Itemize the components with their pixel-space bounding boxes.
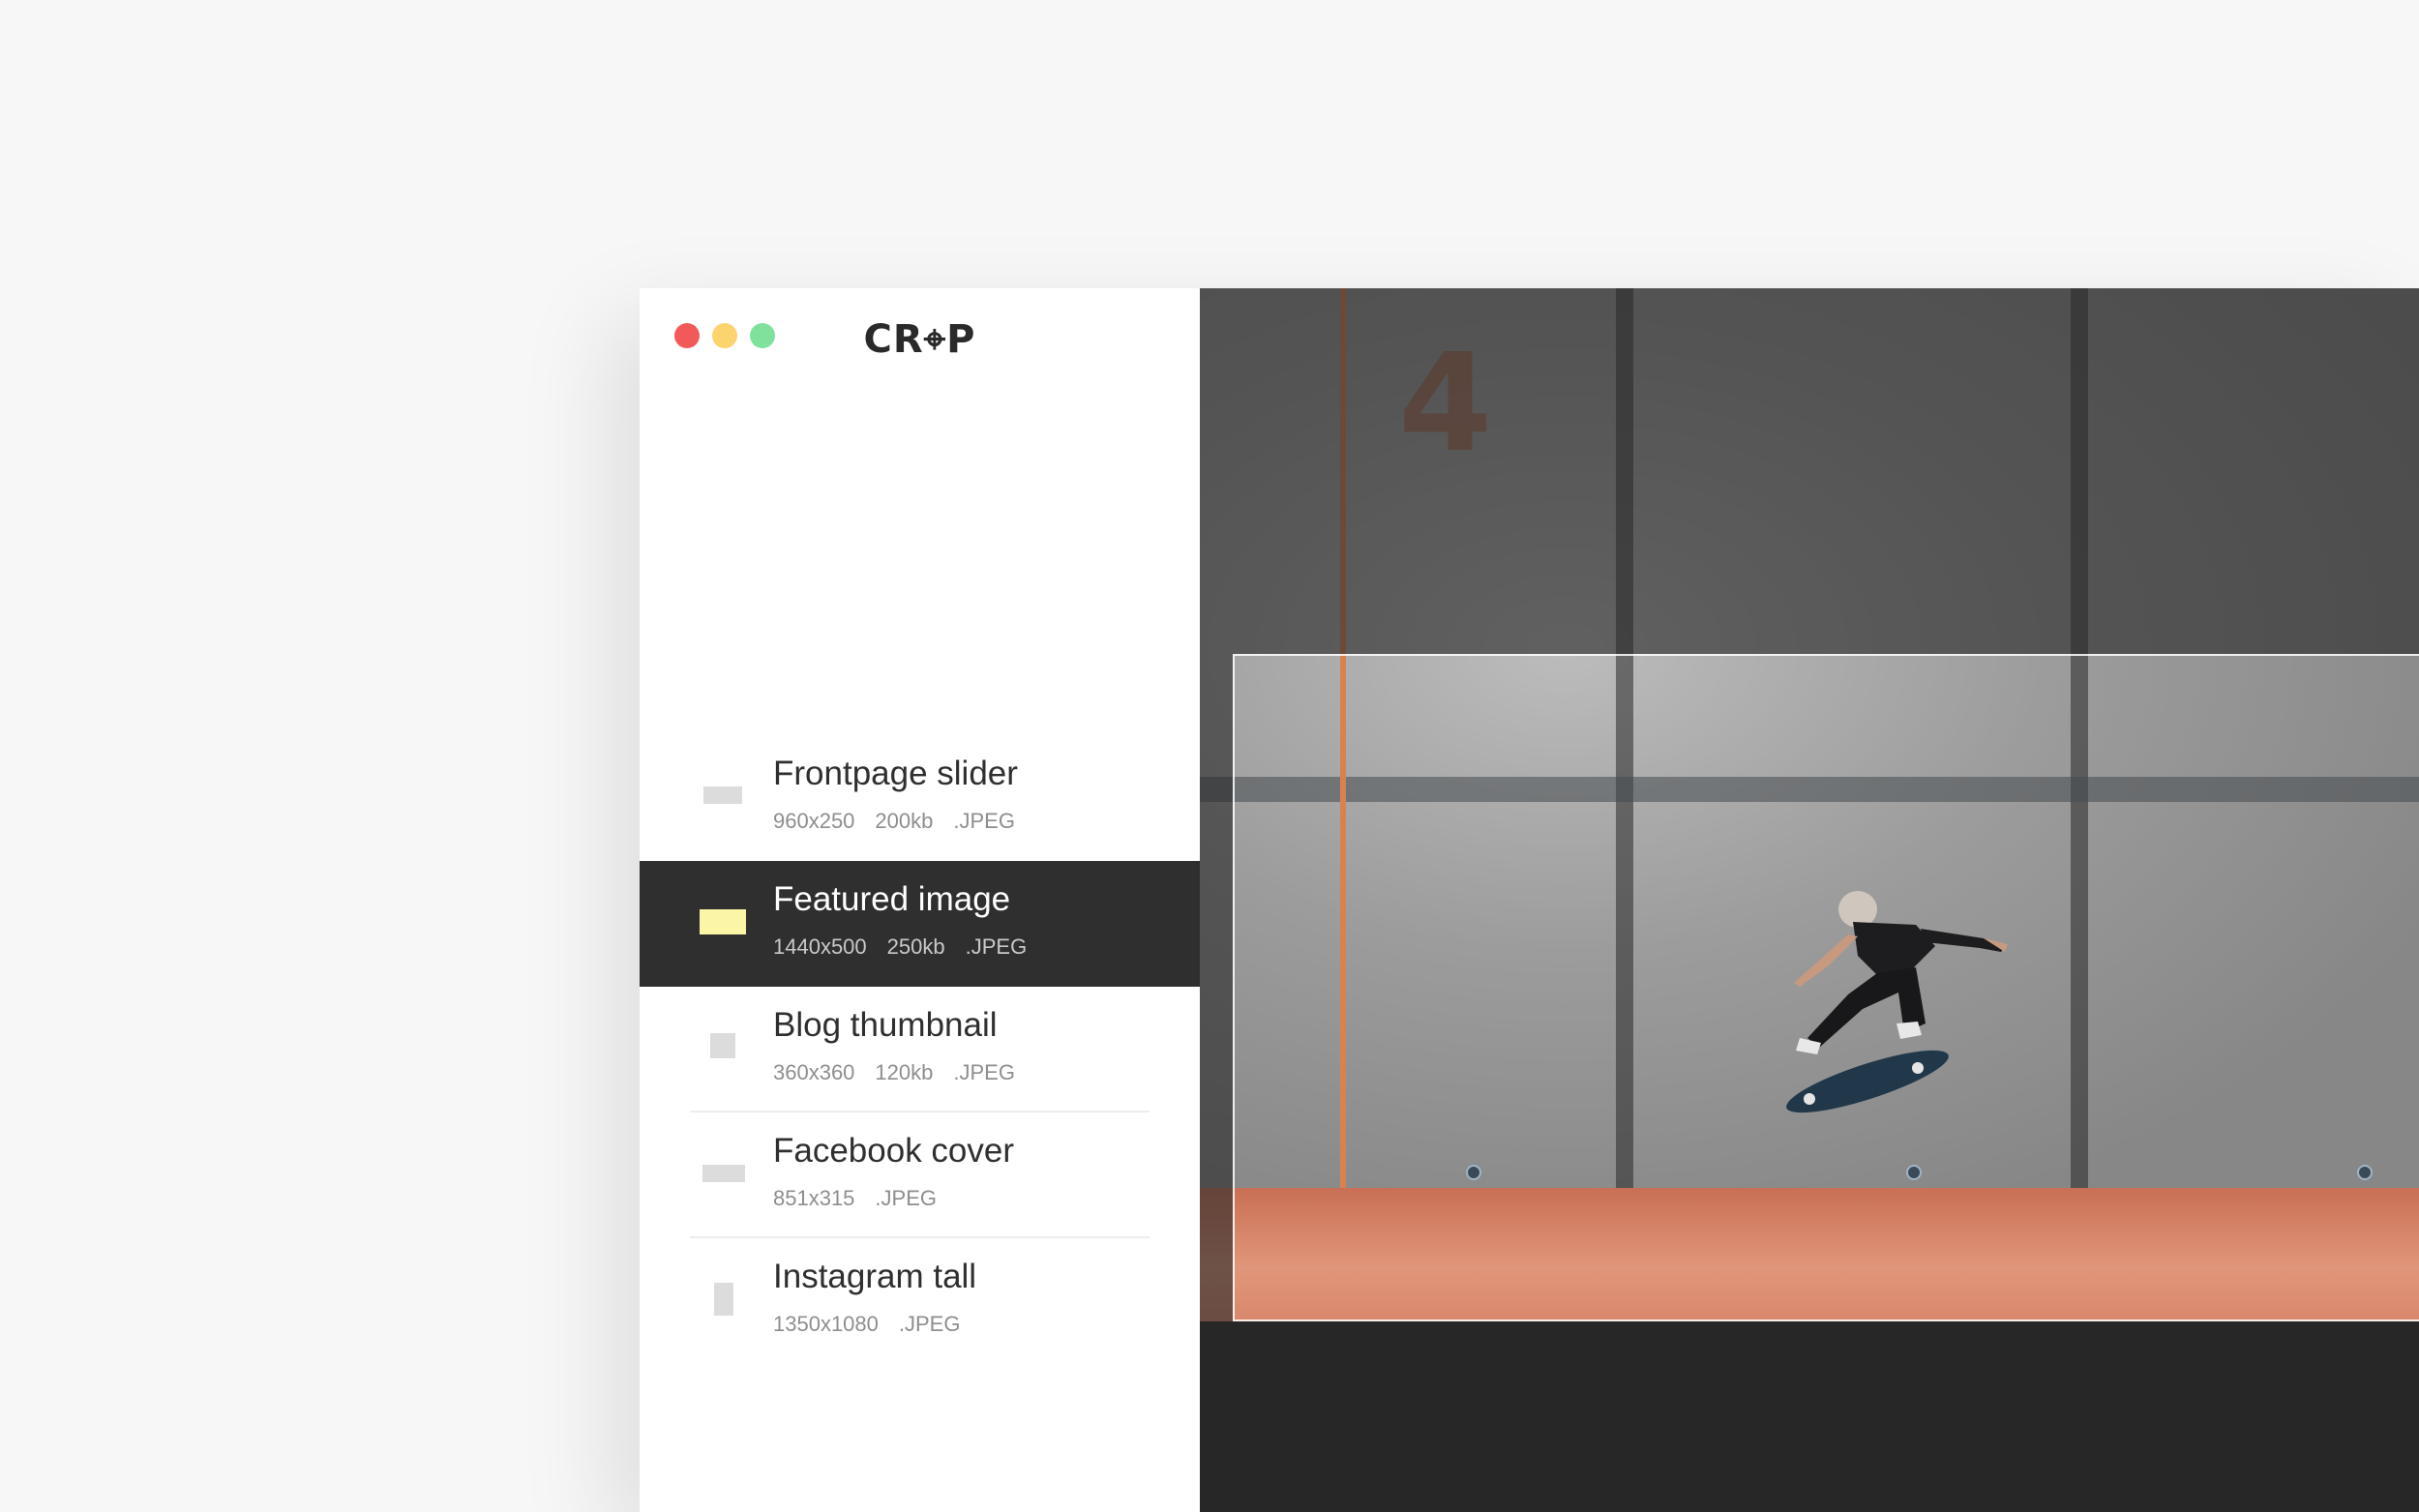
size-item-frontpage-slider[interactable]: Frontpage slider 960x250 200kb .JPEG (640, 735, 1200, 861)
size-item-format: .JPEG (953, 809, 1015, 833)
size-item-instagram-tall[interactable]: Instagram tall 1350x1080 .JPEG (640, 1238, 1200, 1364)
size-item-name: Frontpage slider (773, 755, 1018, 792)
aspect-ratio-thumb (710, 1033, 735, 1058)
size-item-filesize: 200kb (875, 809, 934, 833)
size-item-format: .JPEG (875, 1186, 937, 1210)
size-item-dimensions: 851x315 (773, 1186, 855, 1210)
sidebar: CR⌖P Frontpage slider 960x250 200kb .JPE… (640, 288, 1200, 1512)
size-item-facebook-cover[interactable]: Facebook cover 851x315 .JPEG (640, 1112, 1200, 1238)
size-item-name: Facebook cover (773, 1132, 1015, 1170)
crop-overlay-top (1200, 288, 2419, 654)
app-logo: CR⌖P (640, 317, 1200, 362)
aspect-ratio-thumb (714, 1283, 733, 1316)
logo-text: CR⌖P (863, 317, 976, 362)
size-item-format: .JPEG (953, 1060, 1015, 1084)
size-item-blog-thumbnail[interactable]: Blog thumbnail 360x360 120kb .JPEG (640, 987, 1200, 1112)
size-item-dimensions: 360x360 (773, 1060, 855, 1084)
size-item-filesize: 250kb (886, 934, 945, 959)
size-item-meta: 1440x500 250kb .JPEG (773, 934, 1027, 960)
size-item-meta: 360x360 120kb .JPEG (773, 1060, 1015, 1085)
size-item-meta: 960x250 200kb .JPEG (773, 809, 1015, 834)
size-item-name: Featured image (773, 880, 1011, 918)
aspect-ratio-thumb (702, 1165, 745, 1182)
crop-canvas[interactable]: 4 (1200, 288, 2419, 1512)
size-item-name: Blog thumbnail (773, 1006, 998, 1044)
size-item-meta: 1350x1080 .JPEG (773, 1312, 960, 1337)
size-item-dimensions: 1440x500 (773, 934, 867, 959)
size-item-filesize: 120kb (875, 1060, 934, 1084)
size-item-featured-image[interactable]: Featured image 1440x500 250kb .JPEG (640, 861, 1200, 987)
size-item-format: .JPEG (898, 1312, 961, 1336)
crop-overlay-left (1200, 654, 1233, 1321)
size-item-format: .JPEG (965, 934, 1028, 959)
size-item-dimensions: 1350x1080 (773, 1312, 879, 1336)
aspect-ratio-thumb (700, 909, 746, 934)
size-item-dimensions: 960x250 (773, 809, 855, 833)
source-photo: 4 (1200, 288, 2419, 1321)
size-list: Frontpage slider 960x250 200kb .JPEG Fea… (640, 735, 1200, 1364)
size-item-name: Instagram tall (773, 1258, 977, 1295)
aspect-ratio-thumb (703, 786, 742, 804)
size-item-meta: 851x315 .JPEG (773, 1186, 937, 1211)
app-window: CR⌖P Frontpage slider 960x250 200kb .JPE… (640, 288, 2419, 1512)
crop-frame[interactable] (1233, 654, 2419, 1321)
